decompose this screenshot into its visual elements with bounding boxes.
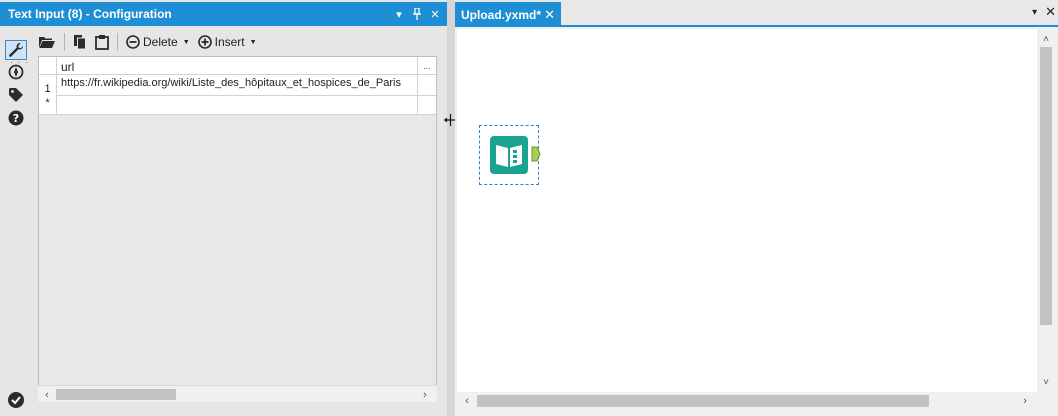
- configuration-panel: Text Input (8) - Configuration ▾ ✕ · · ·: [0, 0, 447, 416]
- tab-close-icon[interactable]: ✕: [544, 7, 555, 23]
- canvas-scroll-left-icon[interactable]: ‹: [459, 393, 475, 409]
- grid-cell-empty: [418, 75, 436, 95]
- grid-cell-url[interactable]: https://fr.wikipedia.org/wiki/Liste_des_…: [57, 75, 418, 95]
- insert-dropdown-icon: ▼: [249, 38, 257, 46]
- grid-table: url ... 1 https://fr.wikipedia.org/wiki/…: [39, 57, 436, 115]
- copy-icon: [74, 35, 86, 50]
- tabbar-controls: ▾ ✕: [1032, 4, 1056, 20]
- open-folder-button[interactable]: [36, 31, 58, 53]
- scrollbar-thumb[interactable]: [56, 389, 176, 400]
- grid-corner: [39, 57, 57, 74]
- pin-icon[interactable]: [411, 7, 423, 21]
- table-row: 1 https://fr.wikipedia.org/wiki/Liste_de…: [39, 75, 436, 96]
- scroll-left-icon[interactable]: ‹: [39, 387, 55, 402]
- configuration-title-bar: Text Input (8) - Configuration ▾ ✕: [0, 2, 447, 26]
- text-input-tool-icon: [490, 136, 528, 174]
- toolbar-separator: [64, 33, 65, 51]
- scroll-up-icon[interactable]: ˄: [1038, 31, 1054, 47]
- tab-list-dropdown-icon[interactable]: ▾: [1032, 7, 1037, 18]
- workflow-canvas[interactable]: [457, 29, 1037, 392]
- new-row-cell[interactable]: [57, 96, 418, 114]
- vertical-scrollbar-thumb[interactable]: [1040, 47, 1052, 325]
- title-controls: ▾ ✕: [393, 7, 447, 21]
- plus-circle-icon: [197, 35, 212, 49]
- configuration-toolbar: Delete ▼ Insert ▼: [36, 30, 440, 54]
- delete-label: Delete: [143, 35, 178, 49]
- document-tabbar: Upload.yxmd* ✕ ▾ ✕: [455, 0, 1058, 27]
- open-folder-icon: [39, 37, 55, 48]
- new-row-marker: *: [39, 96, 57, 114]
- panel-splitter[interactable]: [447, 0, 455, 416]
- scroll-right-icon[interactable]: ›: [417, 387, 433, 402]
- configuration-wrench-icon[interactable]: [5, 40, 27, 60]
- delete-dropdown-icon: ▼: [182, 38, 190, 46]
- canvas-vertical-scrollbar[interactable]: ˄ ˅: [1037, 29, 1055, 392]
- help-icon[interactable]: ?: [5, 108, 27, 128]
- insert-button[interactable]: Insert ▼: [196, 31, 259, 53]
- new-row[interactable]: *: [39, 96, 436, 115]
- text-input-tool-node[interactable]: [479, 125, 541, 185]
- output-anchor-icon[interactable]: [531, 146, 541, 162]
- clipboard-icon: [95, 35, 109, 50]
- workflow-panel: Upload.yxmd* ✕ ▾ ✕ ˄ ˅ ‹ ›: [455, 0, 1058, 416]
- check-circle-icon[interactable]: [7, 391, 25, 409]
- side-toolbar: · · · ?: [0, 28, 32, 416]
- tab-label: Upload.yxmd*: [461, 7, 542, 22]
- delete-button[interactable]: Delete ▼: [124, 31, 192, 53]
- insert-label: Insert: [214, 35, 245, 49]
- column-options-ellipsis[interactable]: ...: [418, 57, 436, 74]
- paste-button[interactable]: [93, 31, 111, 53]
- canvas-scroll-right-icon[interactable]: ›: [1017, 393, 1033, 409]
- row-number: 1: [39, 75, 57, 96]
- horizontal-scrollbar-thumb[interactable]: [477, 395, 929, 407]
- text-input-grid: url ... 1 https://fr.wikipedia.org/wiki/…: [38, 56, 437, 402]
- configuration-title: Text Input (8) - Configuration: [8, 7, 172, 21]
- canvas-horizontal-scrollbar[interactable]: ‹ ›: [457, 392, 1037, 410]
- svg-text:?: ?: [13, 112, 19, 125]
- close-document-icon[interactable]: ✕: [1045, 4, 1056, 20]
- grid-header-row: url ...: [39, 57, 436, 75]
- column-header-url[interactable]: url: [57, 57, 418, 74]
- new-row-extra: [418, 96, 436, 114]
- close-panel-icon[interactable]: ✕: [429, 7, 441, 21]
- copy-button[interactable]: [71, 31, 89, 53]
- scroll-down-icon[interactable]: ˅: [1038, 374, 1054, 390]
- minus-circle-icon: [126, 35, 140, 49]
- panel-dropdown-icon[interactable]: ▾: [393, 7, 405, 21]
- grid-horizontal-scrollbar[interactable]: ‹ ›: [38, 385, 437, 402]
- toolbar-separator: [117, 33, 118, 51]
- annotation-compass-icon[interactable]: [5, 62, 27, 82]
- app-window: Text Input (8) - Configuration ▾ ✕ · · ·: [0, 0, 1058, 416]
- tab-upload-yxmd[interactable]: Upload.yxmd* ✕: [455, 2, 561, 27]
- tag-icon[interactable]: [5, 85, 27, 105]
